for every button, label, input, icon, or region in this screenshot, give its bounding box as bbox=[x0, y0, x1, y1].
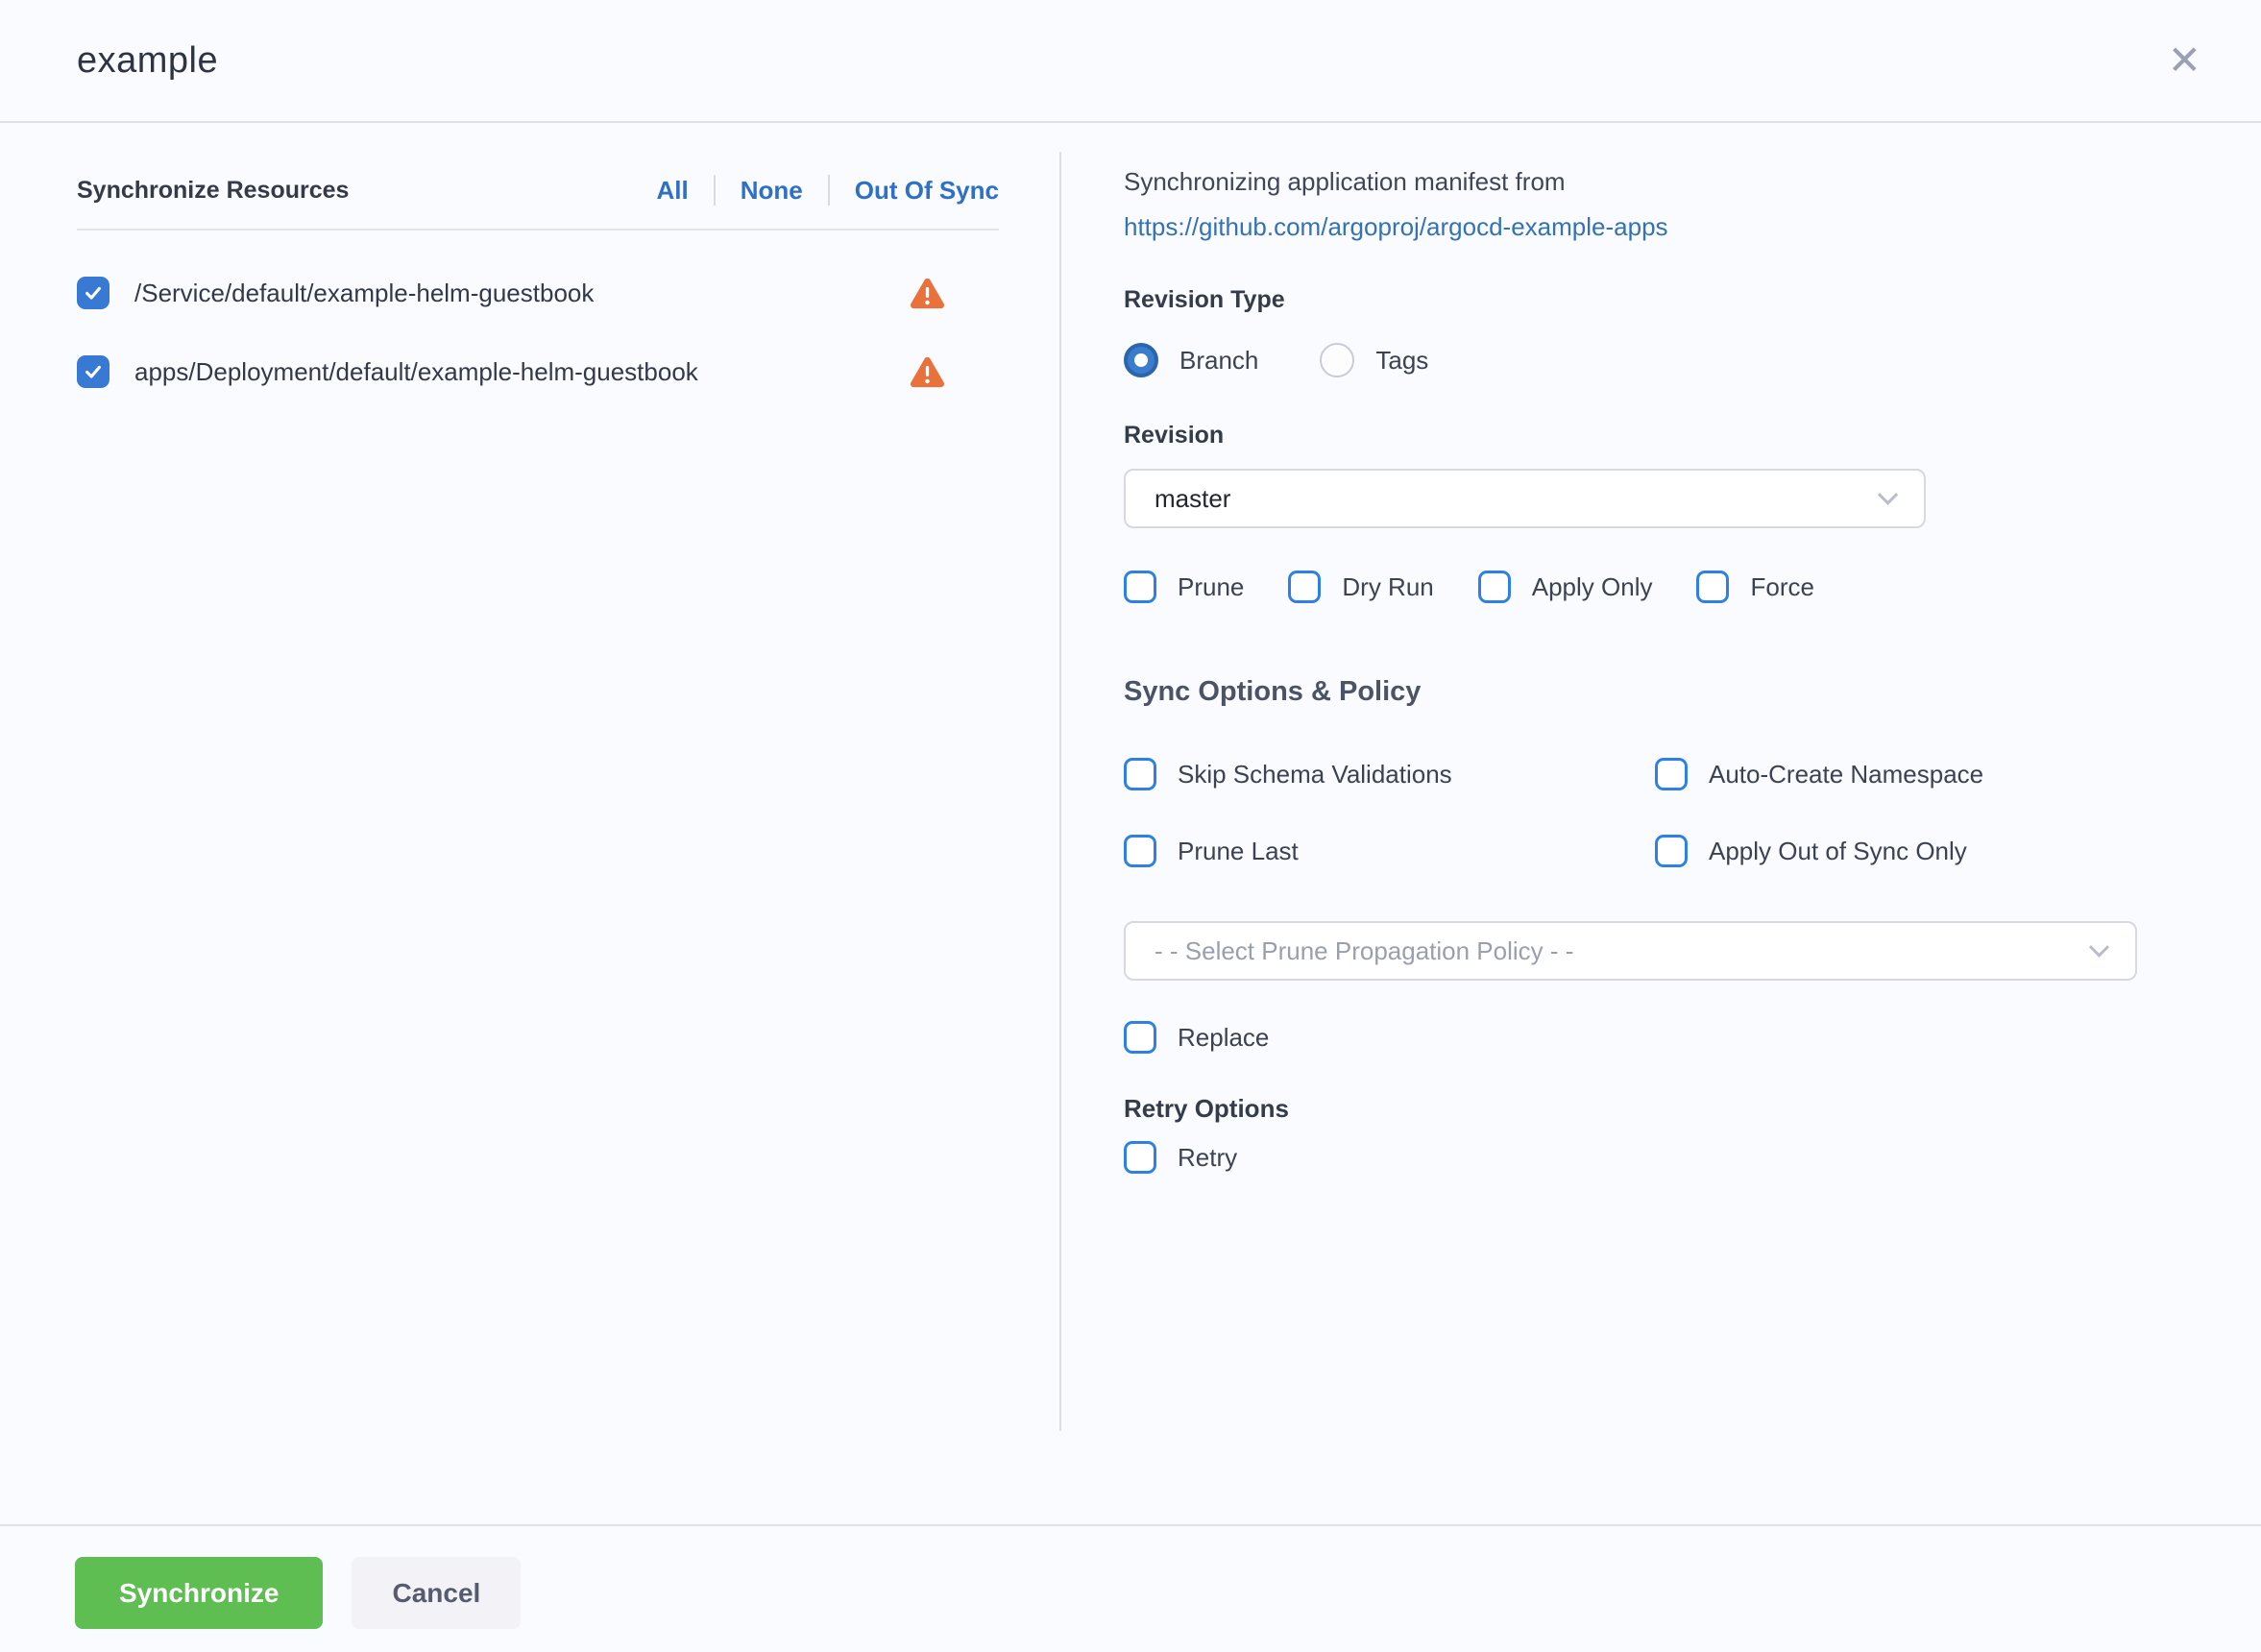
checkbox-unchecked-icon bbox=[1124, 1021, 1156, 1054]
chevron-down-icon bbox=[1878, 484, 1898, 504]
checkbox-force-label: Force bbox=[1750, 572, 1813, 602]
resource-label: apps/Deployment/default/example-helm-gue… bbox=[134, 357, 910, 387]
revision-type-label: Revision Type bbox=[1124, 286, 2138, 314]
close-icon: ✕ bbox=[2168, 37, 2201, 83]
filter-divider bbox=[828, 175, 830, 206]
revision-value: master bbox=[1155, 484, 1881, 514]
checkbox-dry-run-label: Dry Run bbox=[1342, 572, 1433, 602]
resource-row: /Service/default/example-helm-guestbook bbox=[77, 277, 999, 309]
resource-label: /Service/default/example-helm-guestbook bbox=[134, 279, 910, 308]
filter-all[interactable]: All bbox=[657, 176, 689, 206]
dialog-header: example ✕ bbox=[0, 0, 2261, 123]
revision-input[interactable]: master bbox=[1124, 469, 1926, 528]
checkbox-unchecked-icon bbox=[1124, 835, 1156, 867]
replace-row: Replace bbox=[1124, 1021, 2138, 1054]
checkbox-unchecked-icon bbox=[1696, 571, 1729, 603]
warning-icon bbox=[910, 356, 945, 388]
filter-none[interactable]: None bbox=[741, 176, 803, 206]
dialog-footer: Synchronize Cancel bbox=[0, 1524, 2261, 1629]
sync-options-heading: Sync Options & Policy bbox=[1124, 676, 2138, 708]
checkbox-auto-create-namespace-label: Auto-Create Namespace bbox=[1709, 760, 1983, 790]
checkbox-unchecked-icon bbox=[1478, 571, 1511, 603]
checkbox-apply-only-label: Apply Only bbox=[1532, 572, 1653, 602]
checkbox-retry-label: Retry bbox=[1178, 1143, 1237, 1173]
warning-icon bbox=[910, 278, 945, 309]
resource-row: apps/Deployment/default/example-helm-gue… bbox=[77, 355, 999, 388]
resource-checkbox[interactable] bbox=[77, 355, 109, 388]
retry-row: Retry bbox=[1124, 1141, 2138, 1174]
revision-type-options: Branch Tags bbox=[1124, 343, 2138, 377]
checkbox-apply-only[interactable]: Apply Only bbox=[1478, 571, 1653, 603]
prune-propagation-policy-select[interactable]: - - Select Prune Propagation Policy - - bbox=[1124, 921, 2137, 981]
checkbox-unchecked-icon bbox=[1288, 571, 1321, 603]
checkbox-skip-schema-validations[interactable]: Skip Schema Validations bbox=[1124, 758, 1655, 790]
resource-checkbox[interactable] bbox=[77, 277, 109, 309]
checkbox-unchecked-icon bbox=[1124, 571, 1156, 603]
sync-dialog: example ✕ Synchronize Resources All None… bbox=[0, 0, 2261, 1652]
checkbox-apply-out-of-sync-only-label: Apply Out of Sync Only bbox=[1709, 837, 1967, 866]
resources-panel: Synchronize Resources All None Out Of Sy… bbox=[0, 123, 1060, 1524]
radio-branch[interactable]: Branch bbox=[1124, 343, 1258, 377]
radio-branch-label: Branch bbox=[1179, 346, 1258, 376]
close-button[interactable]: ✕ bbox=[2162, 35, 2207, 86]
resources-heading: Synchronize Resources bbox=[77, 177, 349, 205]
check-icon bbox=[83, 282, 104, 304]
checkbox-prune-last[interactable]: Prune Last bbox=[1124, 835, 1655, 867]
retry-options-heading: Retry Options bbox=[1124, 1094, 2138, 1124]
page-title: example bbox=[77, 40, 218, 82]
column-divider bbox=[1059, 152, 1061, 1431]
checkbox-prune[interactable]: Prune bbox=[1124, 571, 1244, 603]
resources-header: Synchronize Resources All None Out Of Sy… bbox=[77, 175, 999, 231]
checkbox-skip-schema-validations-label: Skip Schema Validations bbox=[1178, 760, 1452, 790]
synchronize-button[interactable]: Synchronize bbox=[75, 1557, 323, 1629]
checkbox-force[interactable]: Force bbox=[1696, 571, 1813, 603]
filter-divider bbox=[714, 175, 716, 206]
manifest-repo-link[interactable]: https://github.com/argoproj/argocd-examp… bbox=[1124, 212, 1668, 242]
dialog-body: Synchronize Resources All None Out Of Sy… bbox=[0, 123, 2261, 1524]
check-icon bbox=[83, 361, 104, 382]
radio-tags-label: Tags bbox=[1375, 346, 1428, 376]
radio-unselected-icon bbox=[1320, 343, 1354, 377]
checkbox-retry[interactable]: Retry bbox=[1124, 1141, 2138, 1174]
checkbox-replace-label: Replace bbox=[1178, 1023, 1269, 1053]
cancel-button[interactable]: Cancel bbox=[352, 1557, 521, 1629]
checkbox-unchecked-icon bbox=[1655, 835, 1688, 867]
checkbox-unchecked-icon bbox=[1655, 758, 1688, 790]
resource-filters: All None Out Of Sync bbox=[657, 175, 999, 206]
checkbox-unchecked-icon bbox=[1124, 758, 1156, 790]
prune-propagation-policy-placeholder: - - Select Prune Propagation Policy - - bbox=[1155, 936, 2092, 966]
radio-selected-icon bbox=[1124, 343, 1158, 377]
checkbox-prune-last-label: Prune Last bbox=[1178, 837, 1299, 866]
checkbox-auto-create-namespace[interactable]: Auto-Create Namespace bbox=[1655, 758, 2138, 790]
sync-settings-panel: Synchronizing application manifest from … bbox=[1060, 123, 2261, 1524]
sync-options-grid: Skip Schema Validations Auto-Create Name… bbox=[1124, 758, 2138, 867]
revision-label: Revision bbox=[1124, 422, 2138, 449]
manifest-text: Synchronizing application manifest from bbox=[1124, 167, 2138, 197]
filter-out-of-sync[interactable]: Out Of Sync bbox=[855, 176, 999, 206]
chevron-down-icon bbox=[2089, 936, 2109, 957]
sync-flags: Prune Dry Run Apply Only Force bbox=[1124, 571, 2138, 603]
checkbox-prune-label: Prune bbox=[1178, 572, 1244, 602]
checkbox-unchecked-icon bbox=[1124, 1141, 1156, 1174]
checkbox-dry-run[interactable]: Dry Run bbox=[1288, 571, 1433, 603]
radio-tags[interactable]: Tags bbox=[1320, 343, 1428, 377]
checkbox-apply-out-of-sync-only[interactable]: Apply Out of Sync Only bbox=[1655, 835, 2138, 867]
checkbox-replace[interactable]: Replace bbox=[1124, 1021, 2138, 1054]
